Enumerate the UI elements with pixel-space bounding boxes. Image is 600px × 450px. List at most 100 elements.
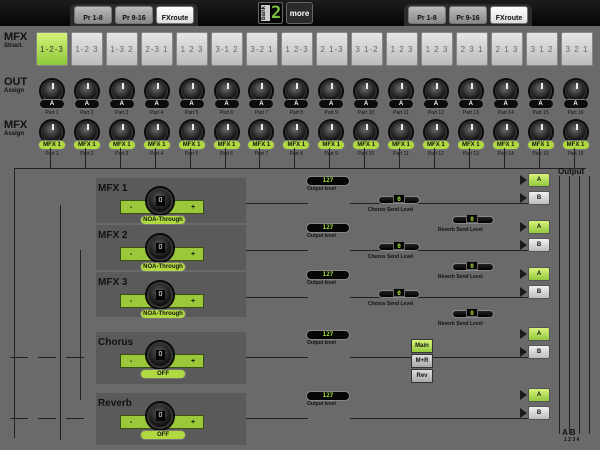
part-drop-line [84, 148, 86, 168]
mfx-struct-option-16[interactable]: 3 2 1 [561, 32, 593, 66]
mfx-struct-option-8[interactable]: 1 2-3 [281, 32, 313, 66]
output-b-button-5[interactable]: B [528, 406, 550, 420]
mfx-feed-line [60, 205, 61, 440]
tab-pr-9-16[interactable]: Pr 9-16 [115, 6, 153, 24]
output-arrow-b-1 [520, 193, 527, 203]
out_assign-value-11: A [388, 99, 414, 109]
fx-minus-button-2[interactable]: - [126, 250, 136, 260]
mfx-struct-option-1[interactable]: 1-2-3 [36, 32, 68, 66]
output-arrow-4 [520, 329, 527, 339]
output-a-button-2[interactable]: A [528, 220, 550, 234]
mfx-struct-option-5[interactable]: 1 2 3 [176, 32, 208, 66]
output-arrow-1 [520, 175, 527, 185]
fx-minus-button-5[interactable]: - [126, 418, 136, 428]
part-label: Part 10 [358, 151, 375, 157]
output-b-button-4[interactable]: B [528, 345, 550, 359]
tab-fxroute[interactable]: FXroute [156, 6, 194, 24]
fx-plus-button-1[interactable]: + [188, 203, 198, 213]
chorus-output-rev[interactable]: Rev [411, 369, 433, 383]
mfx-struct-option-2[interactable]: 1-2 3 [71, 32, 103, 66]
out_assign-part-14: A Part 14 [489, 80, 523, 116]
mfx_assign-value-14: MFX 1 [491, 140, 520, 150]
output-b-button-3[interactable]: B [528, 285, 550, 299]
mfx-struct-option-11[interactable]: 1 2 3 [386, 32, 418, 66]
chorus-send-value-1: 0 [393, 194, 405, 203]
part-label: Part 11 [393, 110, 409, 116]
bank-display[interactable]: bank 2 [258, 2, 283, 24]
tab-pr-1-8-right[interactable]: Pr 1-8 [408, 6, 446, 24]
mfx_assign-part-14: MFX 1 Part 14 [489, 121, 523, 157]
part-label: Part 6 [219, 151, 234, 157]
left-bus-line [14, 168, 15, 438]
part-label: Part 1 [45, 151, 59, 157]
mfx-struct-option-13[interactable]: 2 3 1 [456, 32, 488, 66]
signal-line [246, 297, 308, 298]
mfx-struct-option-15[interactable]: 3 1 2 [526, 32, 558, 66]
out_assign-part-9: A Part 9 [314, 80, 348, 116]
fx-type-label-2[interactable]: NOA-Through [140, 262, 186, 272]
fx-type-label-5[interactable]: OFF [140, 430, 186, 440]
tab-pr-9-16-right[interactable]: Pr 9-16 [449, 6, 487, 24]
fx-knob-2[interactable]: 0 [147, 235, 173, 261]
mfx_assign-part-10: MFX 1 Part 10 [349, 121, 383, 157]
mfx-struct-option-14[interactable]: 2 1 3 [491, 32, 523, 66]
chorus-output-m-plus-r[interactable]: M+R [411, 354, 433, 368]
fx-minus-button-3[interactable]: - [126, 297, 136, 307]
fx-plus-button-4[interactable]: + [188, 357, 198, 367]
fx-knob-5[interactable]: 0 [147, 403, 173, 429]
mfx-struct-option-7[interactable]: 3-2 1 [246, 32, 278, 66]
output-arrow-b-3 [520, 287, 527, 297]
part-bus-line [14, 168, 586, 169]
mfx-struct-option-3[interactable]: 1-3 2 [106, 32, 138, 66]
output-b-button-2[interactable]: B [528, 238, 550, 252]
mfx_assign-value-9: MFX 1 [317, 140, 346, 150]
mfx_assign-part-11: MFX 1 Part 11 [384, 121, 418, 157]
part-drop-line [364, 148, 366, 168]
part-label: Part 3 [115, 110, 129, 116]
out_assign-value-12: A [422, 99, 449, 109]
fx-name-4: Chorus [98, 337, 133, 348]
mfx-struct-option-12[interactable]: 1 2 3 [421, 32, 453, 66]
output-a-button-5[interactable]: A [528, 388, 550, 402]
fx-knob-4[interactable]: 0 [147, 342, 173, 368]
fx-knob-3[interactable]: 0 [147, 282, 173, 308]
output-a-button-3[interactable]: A [528, 267, 550, 281]
mfx_assign-part-3: MFX 1 Part 3 [105, 121, 139, 157]
output-label: Output [558, 167, 585, 176]
fx-plus-button-5[interactable]: + [188, 418, 198, 428]
fx-type-label-4[interactable]: OFF [140, 369, 186, 379]
fx-minus-button-1[interactable]: - [126, 203, 136, 213]
mfx-struct-option-6[interactable]: 3-1 2 [211, 32, 243, 66]
chorus-send-value-3: 0 [393, 288, 405, 297]
mfx_assign-part-2: MFX 1 Part 2 [70, 121, 104, 157]
fx-name-1: MFX 1 [98, 183, 128, 194]
mfx-struct-option-4[interactable]: 2-3 1 [141, 32, 173, 66]
fx-type-label-3[interactable]: NOA-Through [140, 309, 186, 319]
chorus-output-main[interactable]: Main [411, 339, 433, 353]
out_assign-value-10: A [353, 99, 380, 109]
tab-group-right: Pr 1-8 Pr 9-16 FXroute [404, 4, 532, 26]
out_assign-value-13: A [457, 99, 484, 109]
mfx-struct-option-10[interactable]: 3 1-2 [351, 32, 383, 66]
part-drop-line [433, 148, 435, 168]
part-label: Part 16 [567, 151, 584, 157]
part-label: Part 9 [324, 151, 338, 157]
output-arrow-5 [520, 390, 527, 400]
output-a-button-4[interactable]: A [528, 327, 550, 341]
bank-label: bank [261, 5, 270, 21]
fx-plus-button-2[interactable]: + [188, 250, 198, 260]
tab-fxroute-right[interactable]: FXroute [490, 6, 528, 24]
fx-knob-1[interactable]: 0 [147, 188, 173, 214]
mfx-struct-option-9[interactable]: 2 1-3 [316, 32, 348, 66]
fx-plus-button-3[interactable]: + [188, 297, 198, 307]
part-label: Part 14 [497, 151, 514, 157]
mfx-struct-title: MFX [4, 31, 28, 43]
tab-pr-1-8[interactable]: Pr 1-8 [74, 6, 112, 24]
more-button[interactable]: more [286, 2, 313, 24]
fx-minus-button-4[interactable]: - [126, 357, 136, 367]
part-drop-line [154, 148, 156, 168]
mfx-feed-line [80, 250, 81, 400]
output-a-button-1[interactable]: A [528, 173, 550, 187]
output-b-button-1[interactable]: B [528, 191, 550, 205]
fx-type-label-1[interactable]: NOA-Through [140, 215, 186, 225]
